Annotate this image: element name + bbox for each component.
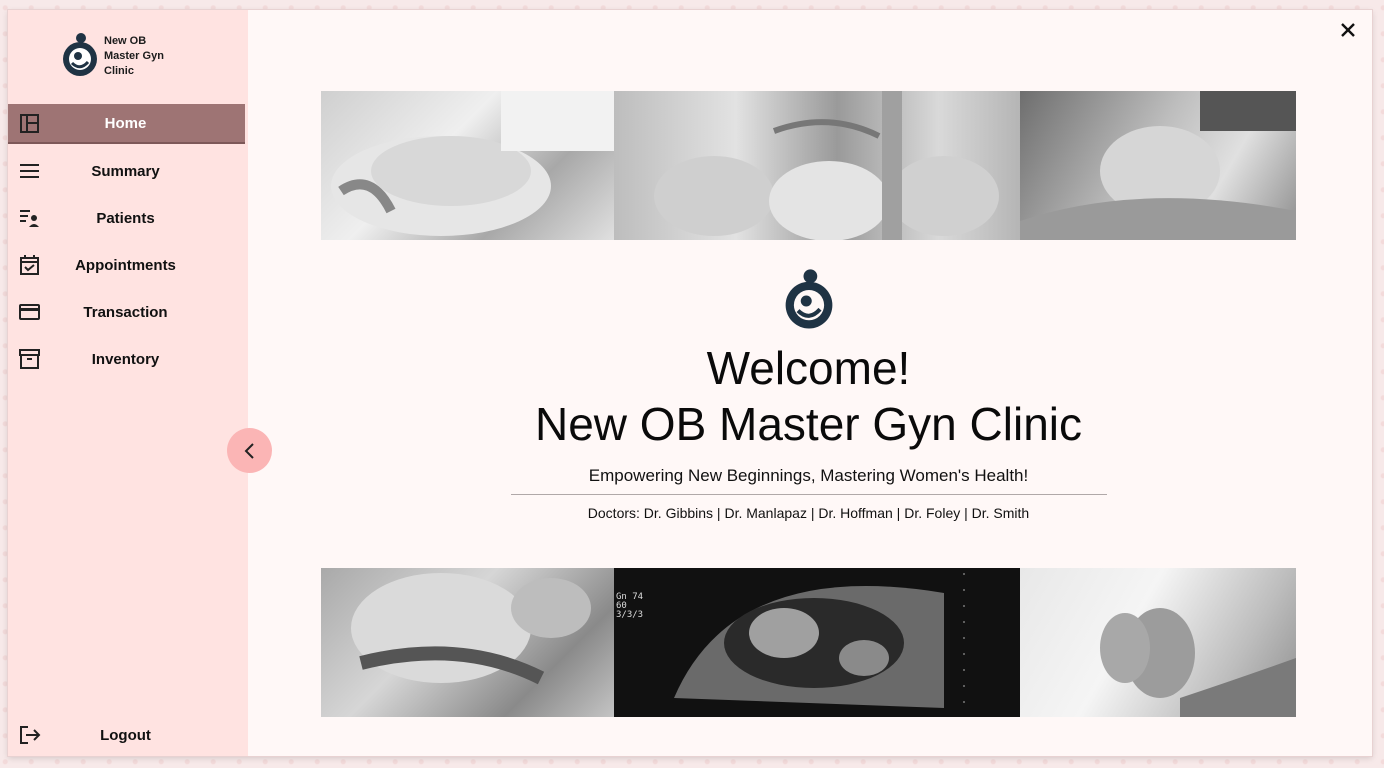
sidebar-item-inventory[interactable]: Inventory bbox=[8, 339, 248, 379]
brand-line-3: Clinic bbox=[104, 64, 134, 77]
top-photo-strip bbox=[321, 91, 1296, 240]
sidebar-item-label: Inventory bbox=[91, 350, 160, 368]
sidebar-item-label: Appointments bbox=[75, 256, 176, 274]
sidebar-item-label: Home bbox=[104, 114, 147, 132]
sidebar-item-label: Transaction bbox=[83, 303, 168, 321]
sidebar-item-summary[interactable]: Summary bbox=[8, 151, 248, 191]
sidebar-item-transaction[interactable]: Transaction bbox=[8, 292, 248, 332]
pregnant-belly-photo bbox=[321, 91, 614, 240]
pregnant-woman-sitting-photo bbox=[1020, 91, 1296, 240]
welcome-hero: Welcome! New OB Master Gyn Clinic Empowe… bbox=[321, 268, 1296, 521]
close-icon[interactable] bbox=[1338, 20, 1358, 40]
sidebar-item-appointments[interactable]: Appointments bbox=[8, 245, 248, 285]
brand-line-2: Master Gyn bbox=[104, 49, 164, 62]
mother-child-logo-icon bbox=[785, 269, 832, 329]
collapse-sidebar-button[interactable] bbox=[227, 428, 272, 473]
welcome-heading: Welcome! bbox=[706, 342, 911, 394]
sidebar: New OB Master Gyn Clinic Home Summary Pa… bbox=[8, 10, 248, 756]
sidebar-item-label: Summary bbox=[91, 162, 160, 180]
sidebar-nav: Home Summary Patients Appointments Trans… bbox=[8, 104, 248, 386]
divider bbox=[510, 494, 1107, 495]
brand-name: New OB Master Gyn Clinic bbox=[104, 34, 174, 79]
ultrasound-scan-photo: Gn 74 60 3/3/3 bbox=[614, 568, 1020, 717]
chevron-left-icon bbox=[244, 442, 254, 459]
sidebar-item-label: Patients bbox=[96, 209, 155, 227]
logout-button[interactable]: Logout bbox=[8, 715, 248, 755]
doctors-list: Doctors: Dr. Gibbins | Dr. Manlapaz | Dr… bbox=[587, 505, 1030, 521]
sidebar-item-home[interactable]: Home bbox=[8, 104, 245, 144]
bottom-photo-strip: Gn 74 60 3/3/3 bbox=[321, 568, 1296, 717]
mother-child-logo-icon bbox=[63, 33, 97, 76]
group-pregnant-bellies-photo bbox=[614, 91, 1020, 240]
clinic-name-heading: New OB Master Gyn Clinic bbox=[534, 398, 1082, 450]
app-window: New OB Master Gyn Clinic Home Summary Pa… bbox=[8, 10, 1372, 756]
mother-holding-baby-photo bbox=[321, 568, 614, 717]
brand-line-1: New OB bbox=[104, 34, 147, 47]
logout-label: Logout bbox=[100, 726, 151, 744]
ultrasound-label-3: 3/3/3 bbox=[616, 610, 643, 620]
tagline: Empowering New Beginnings, Mastering Wom… bbox=[588, 466, 1029, 485]
baby-feet-photo bbox=[1020, 568, 1296, 717]
sidebar-item-patients[interactable]: Patients bbox=[8, 198, 248, 238]
brand: New OB Master Gyn Clinic bbox=[60, 32, 174, 80]
